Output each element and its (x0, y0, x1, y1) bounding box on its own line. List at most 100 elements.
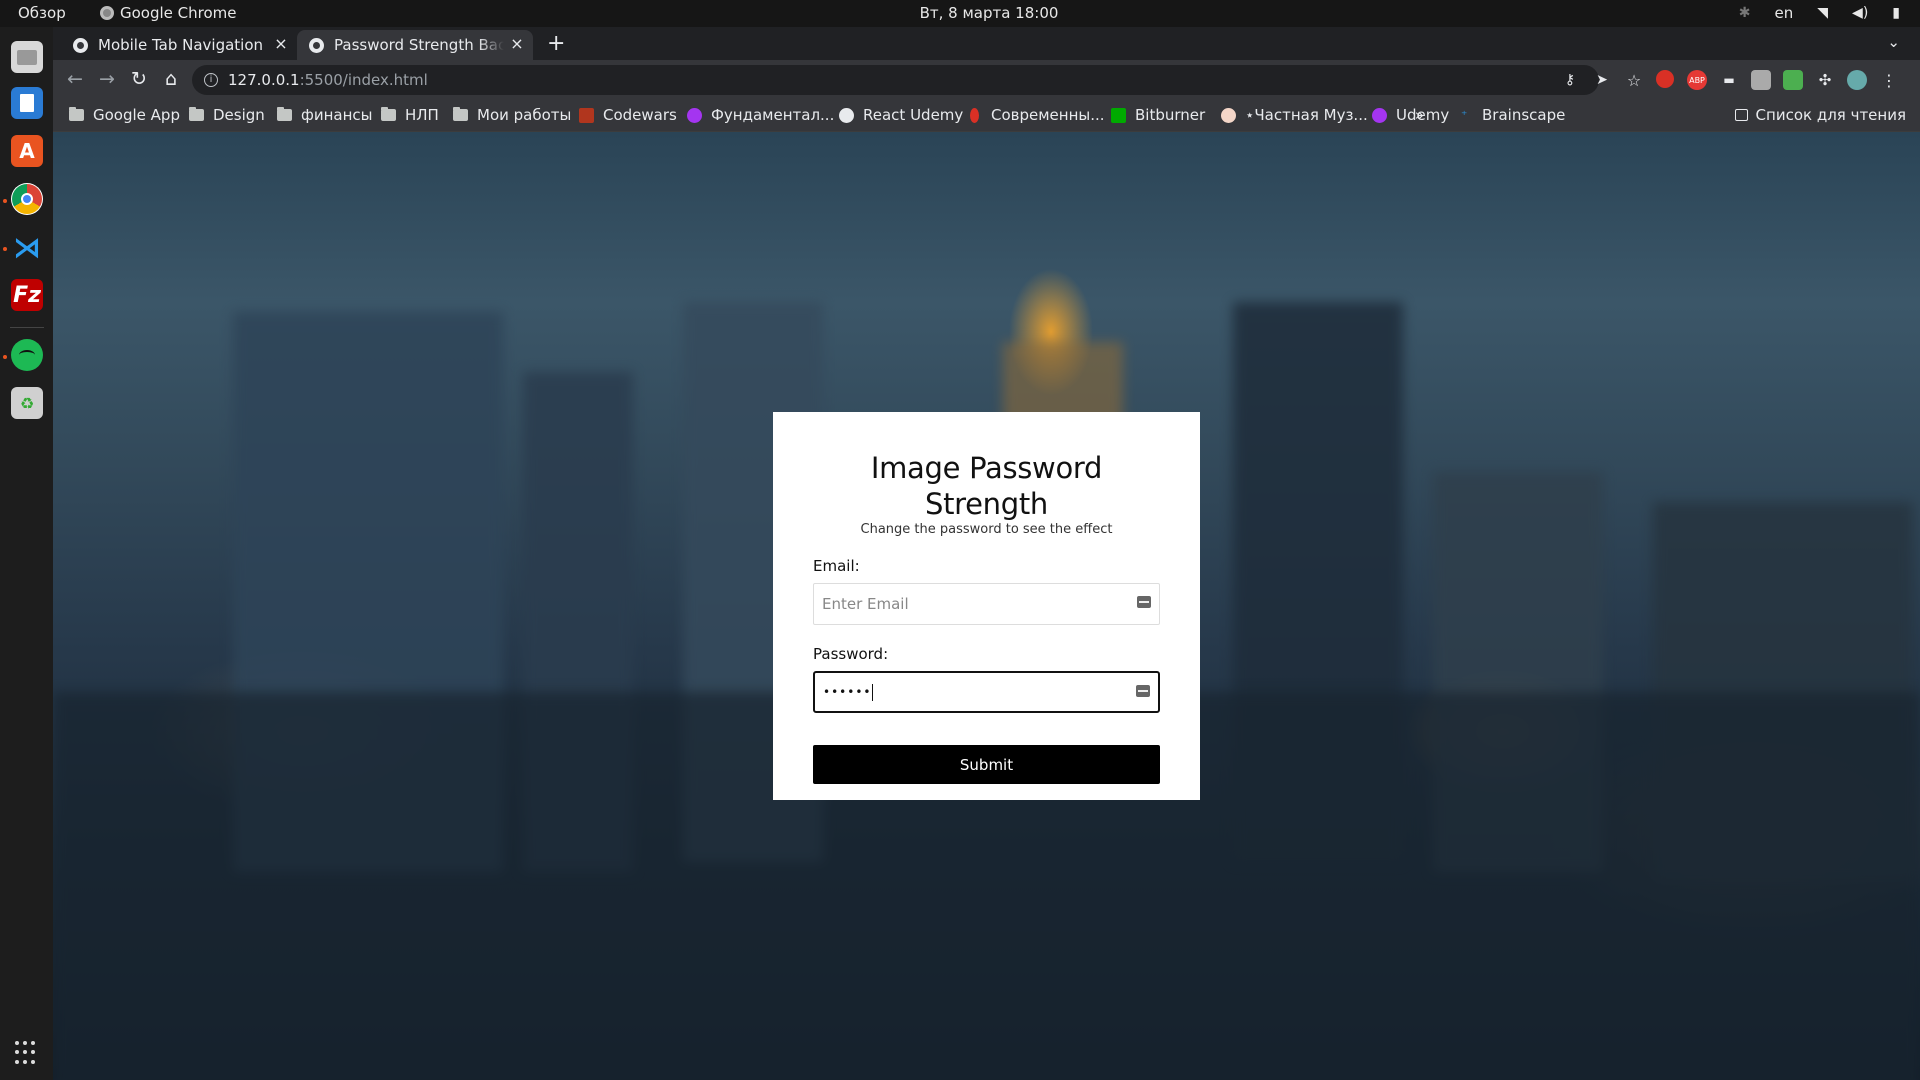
system-tray[interactable]: ✱ en ◥ ◀) ▮ (1739, 4, 1900, 22)
bookmark-music-school[interactable]: ⋆Частная Муз... (1221, 106, 1368, 124)
close-tab-icon[interactable]: × (273, 36, 289, 52)
tab-mobile-tab-navigation[interactable]: Mobile Tab Navigation × (61, 30, 297, 60)
tab-password-strength[interactable]: Password Strength Background × (297, 30, 533, 60)
bookmark-folder-google-app[interactable]: Google App (69, 106, 180, 124)
reading-list-icon (1734, 109, 1748, 121)
tab-title: Password Strength Background (334, 36, 504, 54)
bluetooth-icon[interactable]: ✱ (1739, 5, 1751, 21)
close-tab-icon[interactable]: × (509, 36, 525, 52)
send-icon[interactable]: ➤ (1592, 70, 1612, 90)
bookmark-label: Google App (93, 106, 180, 124)
extensions-puzzle-icon[interactable]: ✣ (1815, 70, 1835, 90)
bookmark-folder-nlp[interactable]: НЛП (381, 106, 439, 124)
profile-avatar[interactable] (1847, 70, 1867, 90)
password-field[interactable]: •••••• (813, 671, 1160, 713)
bookmark-react-udemy[interactable]: React Udemy (839, 106, 963, 124)
bookmark-codewars[interactable]: Codewars (579, 106, 677, 124)
tab-title: Mobile Tab Navigation (98, 36, 264, 54)
home-button[interactable]: ⌂ (159, 68, 183, 90)
bookmark-label: НЛП (405, 106, 439, 124)
bookmark-sovremenny[interactable]: Современны... (970, 106, 1105, 124)
bookmark-folder-design[interactable]: Design (189, 106, 265, 124)
back-button[interactable]: ← (63, 68, 87, 90)
browser-toolbar: ← → ↻ ⌂ i 127.0.0.1:5500/index.html ⚷ ➤ … (53, 60, 1920, 100)
spotify-icon[interactable] (11, 339, 43, 371)
folder-icon (453, 107, 468, 121)
clock[interactable]: Вт, 8 марта 18:00 (920, 4, 1059, 22)
autofill-key-icon[interactable] (1137, 596, 1151, 608)
keyboard-layout[interactable]: en (1775, 4, 1794, 22)
email-field[interactable]: Enter Email (813, 583, 1160, 625)
site-info-icon[interactable]: i (204, 73, 218, 87)
files-icon[interactable] (11, 41, 43, 73)
udemy-icon (687, 107, 702, 123)
adblock-icon[interactable]: ABP (1687, 70, 1707, 90)
bookmarks-overflow-button[interactable]: » (1415, 106, 1424, 124)
bookmark-brainscape[interactable]: ⁺ Brainscape (1461, 106, 1565, 124)
writer-icon[interactable] (11, 87, 43, 119)
reload-button[interactable]: ↻ (127, 68, 151, 90)
bookmark-bitburner[interactable]: Bitburner (1111, 106, 1205, 124)
dock-separator (10, 327, 44, 328)
folder-icon (69, 107, 84, 121)
chrome-icon (100, 6, 114, 20)
app-menu-label: Google Chrome (120, 4, 237, 22)
forward-button[interactable]: → (95, 68, 119, 90)
bookmark-label: Codewars (603, 106, 677, 124)
bookmark-label: Мои работы (477, 106, 572, 124)
bookmark-label: финансы (301, 106, 373, 124)
password-label: Password: (813, 645, 889, 663)
trash-icon[interactable]: ♻ (11, 387, 43, 419)
menu-kebab-icon[interactable]: ⋮ (1879, 70, 1899, 90)
filezilla-icon[interactable]: Fz (11, 279, 43, 311)
email-placeholder: Enter Email (822, 595, 909, 613)
bookmark-folder-my-works[interactable]: Мои работы (453, 106, 571, 124)
brainscape-icon: ⁺ (1461, 107, 1468, 122)
new-tab-button[interactable]: + (547, 33, 565, 55)
globe-icon (839, 107, 854, 123)
autofill-key-icon[interactable] (1136, 685, 1150, 697)
site-icon (970, 107, 979, 123)
software-center-icon[interactable]: A (11, 135, 43, 167)
key-icon[interactable]: ⚷ (1560, 70, 1580, 90)
bookmark-udemy[interactable]: Udemy (1372, 106, 1449, 124)
bookmark-folder-finance[interactable]: финансы (277, 106, 372, 124)
running-indicator (3, 247, 7, 251)
show-applications-icon[interactable] (15, 1041, 39, 1065)
bitburner-icon (1111, 107, 1126, 123)
bookmark-label: Современны... (991, 106, 1105, 124)
bookmark-label: Design (213, 106, 265, 124)
url-path: :5500/index.html (299, 71, 428, 89)
app-menu[interactable]: Google Chrome (100, 4, 237, 22)
extension-red-icon[interactable] (1656, 70, 1674, 88)
submit-button[interactable]: Submit (813, 745, 1160, 784)
chrome-icon[interactable] (11, 183, 43, 215)
folder-icon (381, 107, 396, 121)
bookmark-star-icon[interactable]: ☆ (1624, 70, 1644, 90)
gnome-top-bar: Обзор Google Chrome Вт, 8 марта 18:00 ✱ … (0, 0, 1920, 27)
vscode-icon[interactable]: ⋊ (11, 231, 43, 264)
dock: A ⋊ Fz ♻ (0, 27, 53, 1080)
page-subtitle: Change the password to see the effect (860, 522, 1113, 537)
email-label: Email: (813, 557, 860, 575)
reading-list-button[interactable]: Список для чтения (1734, 106, 1906, 124)
activities-button[interactable]: Обзор (18, 4, 66, 22)
bookmark-fundamental[interactable]: Фундаментал... (687, 106, 834, 124)
bookmark-label: Bitburner (1135, 106, 1206, 124)
extension-green-icon[interactable] (1783, 70, 1803, 90)
extension-tab-icon[interactable]: ▬ (1719, 70, 1739, 90)
address-bar[interactable]: i 127.0.0.1:5500/index.html (192, 65, 1599, 95)
bookmark-label: React Udemy (863, 106, 964, 124)
battery-icon[interactable]: ▮ (1892, 5, 1900, 21)
password-card: Image Password Strength Change the passw… (773, 412, 1200, 800)
udemy-icon (1372, 107, 1387, 123)
running-indicator (3, 355, 7, 359)
volume-icon[interactable]: ◀) (1852, 5, 1868, 21)
reading-list-label: Список для чтения (1755, 106, 1906, 124)
codewars-icon (579, 107, 594, 123)
tab-search-chevron-icon[interactable]: ⌄ (1887, 33, 1900, 51)
page-title: Image Password Strength (870, 451, 1103, 521)
wifi-icon[interactable]: ◥ (1817, 5, 1828, 21)
tab-strip: Mobile Tab Navigation × Password Strengt… (53, 27, 1920, 60)
extension-grey-icon[interactable] (1751, 70, 1771, 90)
